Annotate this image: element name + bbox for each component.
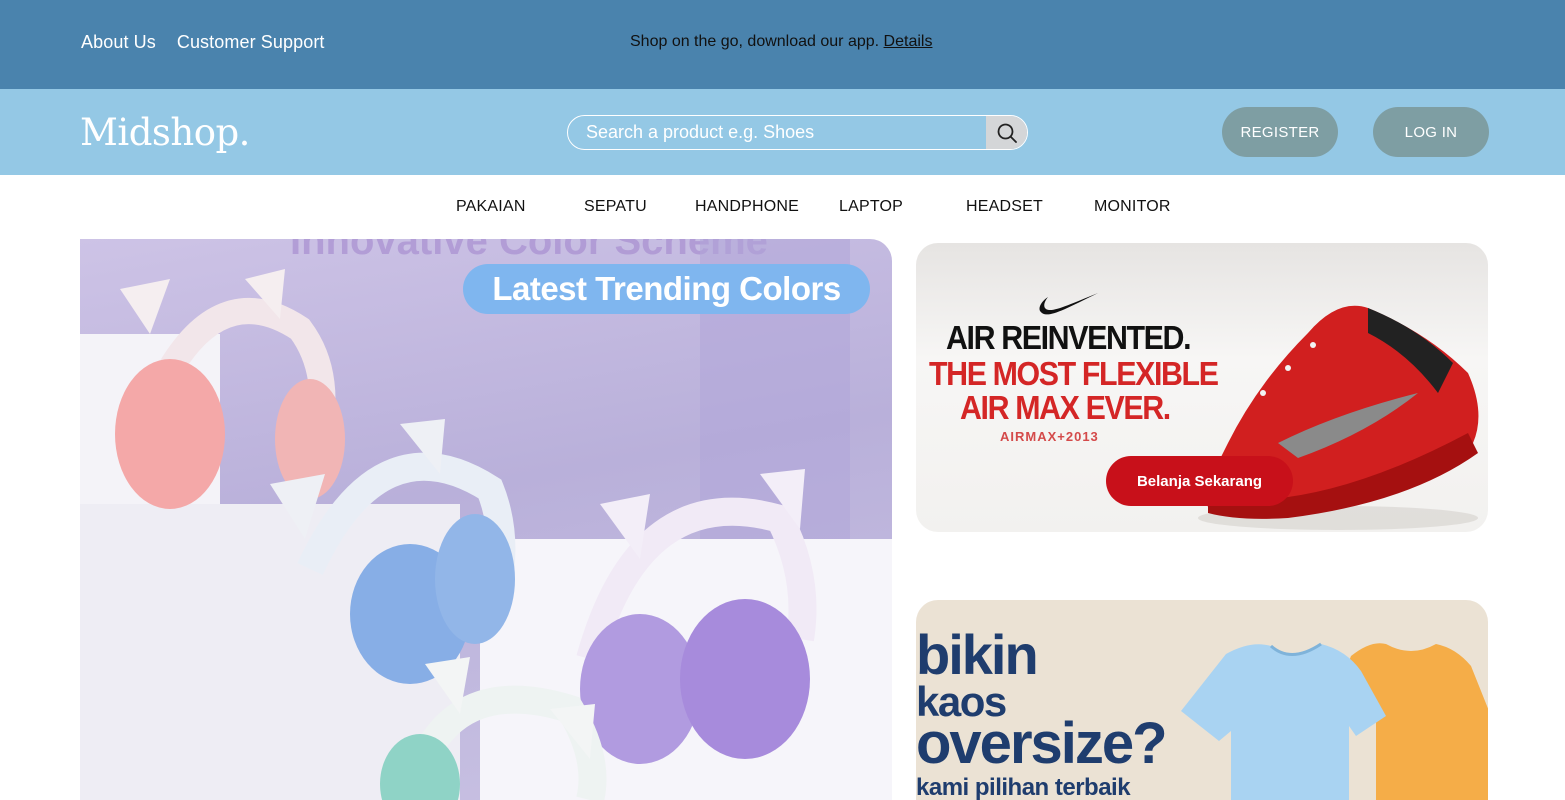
category-pakaian[interactable]: PAKAIAN bbox=[456, 198, 526, 216]
promo-text: Shop on the go, download our app. bbox=[630, 33, 880, 50]
swoosh-icon bbox=[1039, 293, 1098, 315]
about-us-link[interactable]: About Us bbox=[81, 32, 156, 53]
shop-now-button[interactable]: Belanja Sekarang bbox=[1106, 456, 1293, 506]
customer-support-link[interactable]: Customer Support bbox=[177, 32, 325, 53]
ad2-subtitle: kami pilihan terbaik bbox=[916, 774, 1131, 800]
headphones-illustration bbox=[115, 269, 817, 800]
search-button[interactable] bbox=[986, 116, 1027, 149]
search-input[interactable] bbox=[568, 116, 986, 149]
category-nav: PAKAIAN SEPATU HANDPHONE LAPTOP HEADSET … bbox=[0, 175, 1565, 239]
top-links: About Us Customer Support bbox=[81, 32, 325, 53]
promo-banner-shoes[interactable]: AIR REINVENTED. THE MOST FLEXIBLE AIR MA… bbox=[916, 243, 1488, 532]
category-headset[interactable]: HEADSET bbox=[966, 198, 1043, 216]
promo-details-link[interactable]: Details bbox=[884, 33, 933, 50]
category-sepatu[interactable]: SEPATU bbox=[584, 198, 647, 216]
promo-banner-tshirt[interactable]: bikin kaos oversize? kami pilihan terbai… bbox=[916, 600, 1488, 800]
category-handphone[interactable]: HANDPHONE bbox=[695, 198, 799, 216]
tshirt-image bbox=[1181, 642, 1488, 800]
hero-badge: Latest Trending Colors bbox=[463, 264, 870, 314]
ad-headline-1: AIR REINVENTED. bbox=[946, 319, 1192, 356]
hero-banner[interactable]: Innovative Color Scheme Latest Trending … bbox=[80, 239, 892, 800]
site-header: Midshop. REGISTER LOG IN bbox=[0, 89, 1565, 175]
search-bar bbox=[567, 115, 1028, 150]
ad-subtitle: AIRMAX+2013 bbox=[1000, 429, 1099, 444]
ad-headline-3: AIR MAX EVER. bbox=[960, 389, 1171, 426]
top-bar: About Us Customer Support Shop on the go… bbox=[0, 0, 1565, 89]
app-promo: Shop on the go, download our app. Detail… bbox=[630, 33, 932, 51]
login-button[interactable]: LOG IN bbox=[1373, 107, 1489, 157]
register-button[interactable]: REGISTER bbox=[1222, 107, 1338, 157]
category-laptop[interactable]: LAPTOP bbox=[839, 198, 903, 216]
category-monitor[interactable]: MONITOR bbox=[1094, 198, 1171, 216]
site-logo[interactable]: Midshop. bbox=[80, 111, 250, 154]
ad2-headline-3: oversize? bbox=[916, 711, 1168, 776]
search-icon bbox=[997, 123, 1017, 143]
